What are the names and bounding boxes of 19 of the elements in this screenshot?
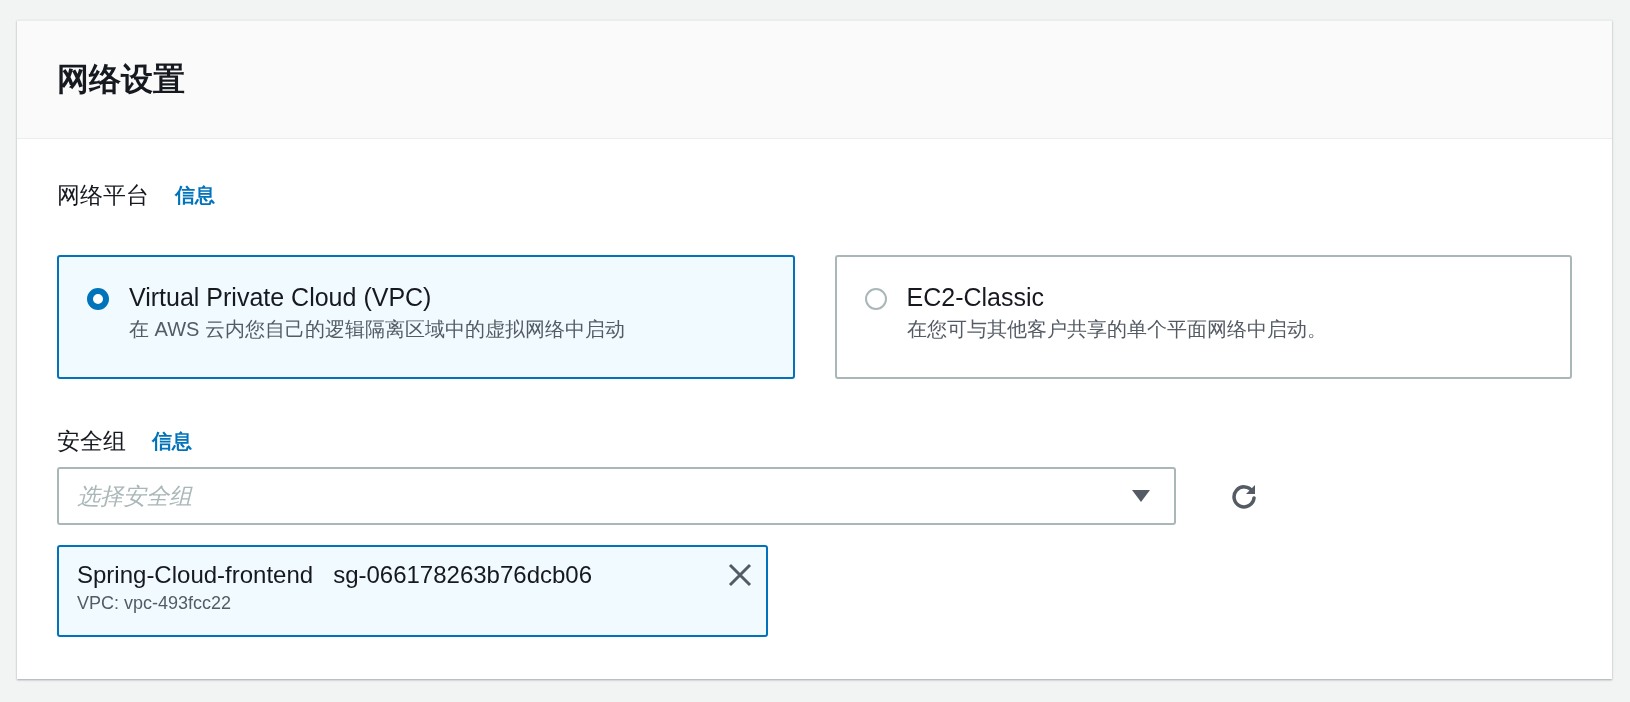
field-label: 网络平台	[57, 180, 149, 210]
option-description: 在您可与其他客户共享的单个平面网络中启动。	[906, 317, 1327, 342]
radio-button[interactable]	[864, 288, 887, 310]
info-link[interactable]: 信息	[175, 181, 215, 209]
caret-icon	[1132, 490, 1150, 502]
radio-tile[interactable]: Virtual Private Cloud (VPC) 在 AWS 云内您自己的逻辑隔离区域中的虚拟网络中启动	[57, 255, 795, 379]
radio-button[interactable]	[87, 288, 109, 310]
field-label: 安全组	[57, 426, 126, 456]
close-icon[interactable]	[728, 563, 752, 587]
token-vpc: VPC: vpc-493fcc22	[77, 593, 233, 614]
section-title: 网络设置	[57, 59, 185, 99]
token-id: sg-066178263b76dcb06	[333, 561, 593, 589]
option-title: Virtual Private Cloud (VPC)	[129, 283, 433, 312]
token-name: Spring-Cloud-frontend	[77, 561, 314, 589]
security-group-select[interactable]: 选择安全组	[57, 467, 1176, 525]
option-description: 在 AWS 云内您自己的逻辑隔离区域中的虚拟网络中启动	[129, 317, 625, 342]
option-title: EC2-Classic	[906, 283, 1046, 312]
radio-tile[interactable]: EC2-Classic 在您可与其他客户共享的单个平面网络中启动。	[834, 255, 1572, 379]
info-link[interactable]: 信息	[152, 427, 192, 455]
